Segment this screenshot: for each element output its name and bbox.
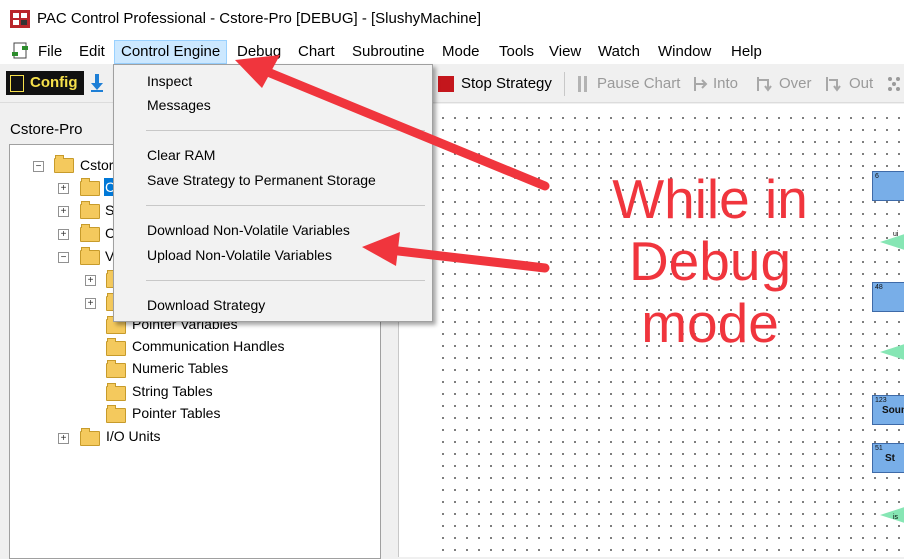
step-into-button[interactable]: Into: [713, 75, 738, 92]
folder-icon: [80, 428, 100, 446]
expand-icon[interactable]: +: [58, 206, 69, 217]
folder-icon: [106, 405, 126, 423]
step-into-icon: [694, 77, 708, 91]
strategy-tree-title: Cstore-Pro: [10, 121, 83, 138]
menu-separator: [146, 130, 425, 131]
block-label: St: [885, 453, 895, 464]
folder-icon: [106, 360, 126, 378]
block-id: 123: [875, 397, 887, 404]
menu-item-download-strategy[interactable]: Download Strategy: [147, 295, 265, 315]
condition-label: ui: [893, 231, 899, 238]
folder-icon: [80, 247, 100, 265]
config-label: Config: [30, 74, 78, 91]
control-engine-menu: Inspect Messages Clear RAM Save Strategy…: [113, 64, 433, 322]
folder-icon: [80, 224, 100, 242]
condition-label: is: [893, 514, 899, 521]
menu-chart[interactable]: Chart: [298, 42, 335, 62]
expand-icon[interactable]: +: [58, 433, 69, 444]
folder-icon: [80, 178, 100, 196]
menu-watch[interactable]: Watch: [598, 42, 640, 62]
pause-chart-button[interactable]: Pause Chart: [597, 75, 680, 92]
block-id: 6: [875, 173, 879, 180]
document-icon: [10, 75, 24, 92]
stop-icon[interactable]: [438, 76, 454, 92]
menu-separator: [146, 205, 425, 206]
step-out-button[interactable]: Out: [849, 75, 873, 92]
folder-icon: [106, 383, 126, 401]
window-title: PAC Control Professional - Cstore-Pro [D…: [37, 10, 482, 27]
folder-icon: [80, 201, 100, 219]
tree-item-pointer-tables[interactable]: Pointer Tables: [132, 403, 220, 423]
menu-separator: [146, 280, 425, 281]
block-id: 48: [875, 284, 883, 291]
annotation-line: mode: [641, 292, 779, 354]
annotation-line: Debug: [628, 230, 792, 292]
menu-debug[interactable]: Debug: [237, 42, 281, 62]
tree-root-label[interactable]: Cstor: [80, 155, 113, 175]
tree-item-numeric-tables[interactable]: Numeric Tables: [132, 358, 228, 378]
menu-item-inspect[interactable]: Inspect: [147, 71, 192, 91]
menu-subroutine[interactable]: Subroutine: [352, 42, 425, 62]
step-over-button[interactable]: Over: [779, 75, 812, 92]
collapse-icon[interactable]: −: [58, 252, 69, 263]
download-arrow-icon[interactable]: [90, 74, 104, 92]
flowchart-block[interactable]: 51 St: [872, 443, 904, 473]
folder-icon: [106, 338, 126, 356]
menu-file[interactable]: File: [38, 42, 62, 62]
menu-item-messages[interactable]: Messages: [147, 95, 211, 115]
menu-bar: File Edit Control Engine Debug Chart Sub…: [0, 38, 904, 64]
menu-item-upload-nv-variables[interactable]: Upload Non-Volatile Variables: [147, 245, 332, 265]
menu-tools[interactable]: Tools: [499, 42, 534, 62]
annotation-line: While in: [612, 168, 808, 230]
block-id: 51: [875, 445, 883, 452]
menu-view[interactable]: View: [549, 42, 581, 62]
menu-item-clear-ram[interactable]: Clear RAM: [147, 145, 215, 165]
folder-icon: [54, 155, 74, 173]
pause-bar-icon: [578, 76, 581, 92]
step-over-icon: [757, 77, 772, 92]
menu-item-save-strategy[interactable]: Save Strategy to Permanent Storage: [147, 170, 376, 190]
tree-item-string-tables[interactable]: String Tables: [132, 381, 213, 401]
menu-mode[interactable]: Mode: [442, 42, 480, 62]
menu-item-download-nv-variables[interactable]: Download Non-Volatile Variables: [147, 220, 350, 240]
step-out-icon: [826, 77, 841, 92]
menu-window[interactable]: Window: [658, 42, 711, 62]
pause-bar-icon: [584, 76, 587, 92]
auto-step-icon[interactable]: [886, 75, 902, 93]
expand-icon[interactable]: +: [85, 298, 96, 309]
tree-item-io-units[interactable]: I/O Units: [106, 426, 160, 446]
file-app-icon: [12, 42, 28, 59]
flowchart-block[interactable]: 123 Soun: [872, 395, 904, 425]
toolbar-separator: [564, 72, 565, 96]
menu-edit[interactable]: Edit: [79, 42, 105, 62]
flowchart-block[interactable]: 48: [872, 282, 904, 312]
tree-item-communication-handles[interactable]: Communication Handles: [132, 336, 285, 356]
debug-mode-annotation: While in Debug mode: [560, 168, 860, 354]
title-bar: PAC Control Professional - Cstore-Pro [D…: [0, 0, 904, 38]
expand-icon[interactable]: +: [58, 183, 69, 194]
flowchart-block[interactable]: 6: [872, 171, 904, 201]
block-label: Soun: [882, 405, 904, 416]
collapse-icon[interactable]: −: [33, 161, 44, 172]
stop-strategy-button[interactable]: Stop Strategy: [461, 75, 552, 92]
menu-help[interactable]: Help: [731, 42, 762, 62]
config-mode-button[interactable]: Config: [6, 71, 84, 95]
expand-icon[interactable]: +: [85, 275, 96, 286]
menu-control-engine[interactable]: Control Engine: [114, 40, 228, 64]
expand-icon[interactable]: +: [58, 229, 69, 240]
pac-control-icon: [10, 10, 30, 28]
